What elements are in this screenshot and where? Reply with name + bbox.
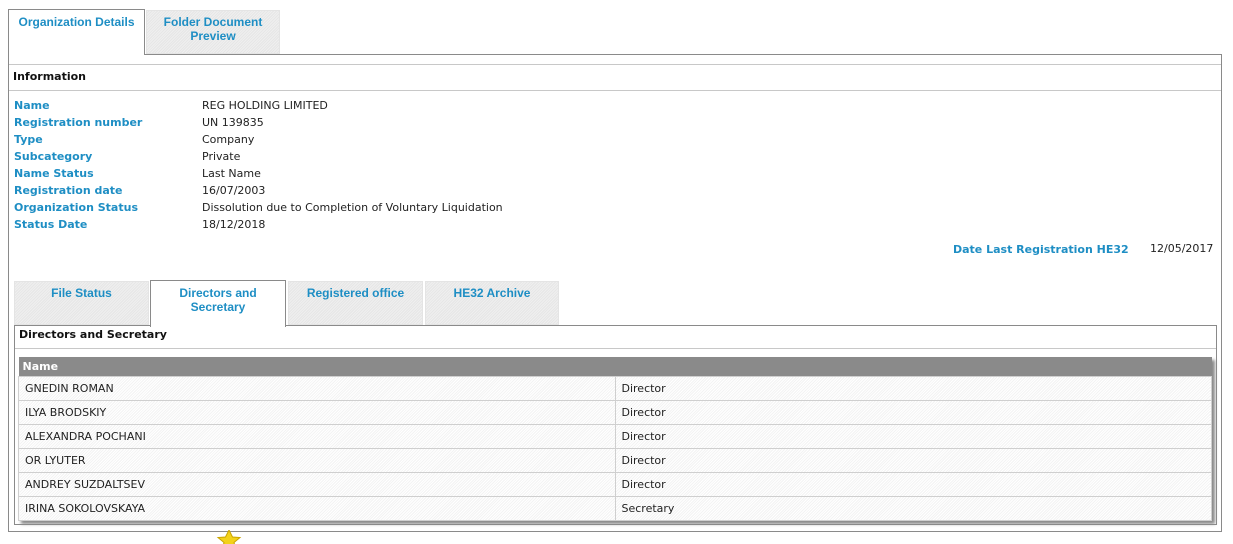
- field-value: 18/12/2018: [202, 218, 266, 231]
- field-label: Registration date: [14, 184, 123, 197]
- table-header-row: Name: [18, 357, 1212, 377]
- tab-label: Directors and Secretary: [179, 286, 257, 314]
- table-row[interactable]: ANDREY SUZDALTSEV Director: [18, 472, 1212, 497]
- field-value: UN 139835: [202, 116, 264, 129]
- tab-he32-archive[interactable]: HE32 Archive: [425, 281, 559, 325]
- tab-folder-document-preview[interactable]: Folder Document Preview: [146, 10, 280, 54]
- tab-label: Registered office: [306, 286, 405, 300]
- table-row[interactable]: OR LYUTER Director: [18, 448, 1212, 473]
- field-value: Company: [202, 133, 255, 146]
- tab-label: File Status: [51, 286, 112, 300]
- field-label: Type: [14, 133, 43, 146]
- last-registration-value: 12/05/2017: [1150, 242, 1214, 255]
- tab-file-status[interactable]: File Status: [14, 281, 149, 325]
- field-label: Registration number: [14, 116, 143, 129]
- field-value: REG HOLDING LIMITED: [202, 99, 328, 112]
- field-label: Status Date: [14, 218, 88, 231]
- director-role: Director: [614, 424, 1212, 449]
- field-label: Name Status: [14, 167, 94, 180]
- field-value: Private: [202, 150, 241, 163]
- organization-details-panel: Information Name REG HOLDING LIMITED Reg…: [8, 54, 1222, 532]
- tab-label: Organization Details: [18, 15, 135, 29]
- director-name: IRINA SOKOLOVSKAYA: [18, 496, 616, 521]
- field-value: Last Name: [202, 167, 261, 180]
- directors-heading: Directors and Secretary: [15, 326, 1216, 349]
- director-role: Secretary: [614, 496, 1212, 521]
- field-value: 16/07/2003: [202, 184, 266, 197]
- director-name: GNEDIN ROMAN: [18, 376, 616, 401]
- tab-organization-details[interactable]: Organization Details: [8, 9, 145, 55]
- director-role: Director: [614, 376, 1212, 401]
- table-row[interactable]: GNEDIN ROMAN Director: [18, 376, 1212, 401]
- tab-directors-and-secretary[interactable]: Directors and Secretary: [150, 280, 286, 327]
- field-label: Organization Status: [14, 201, 138, 214]
- tab-registered-office[interactable]: Registered office: [288, 281, 423, 325]
- column-header-name: Name: [18, 357, 1212, 377]
- information-heading: Information: [9, 64, 1221, 91]
- director-name: OR LYUTER: [18, 448, 616, 473]
- directors-table: Name GNEDIN ROMAN Director ILYA BRODSKIY…: [18, 357, 1212, 521]
- director-name: ALEXANDRA POCHANI: [18, 424, 616, 449]
- table-row[interactable]: IRINA SOKOLOVSKAYA Secretary: [18, 496, 1212, 521]
- director-name: ANDREY SUZDALTSEV: [18, 472, 616, 497]
- star-icon: [214, 530, 244, 544]
- director-role: Director: [614, 448, 1212, 473]
- table-row[interactable]: ILYA BRODSKIY Director: [18, 400, 1212, 425]
- table-row[interactable]: ALEXANDRA POCHANI Director: [18, 424, 1212, 449]
- field-label: Subcategory: [14, 150, 93, 163]
- field-value: Dissolution due to Completion of Volunta…: [202, 201, 503, 214]
- director-name: ILYA BRODSKIY: [18, 400, 616, 425]
- field-label: Name: [14, 99, 50, 112]
- last-registration-label: Date Last Registration HE32: [953, 243, 1129, 256]
- director-role: Director: [614, 472, 1212, 497]
- directors-panel: Directors and Secretary Name GNEDIN ROMA…: [14, 325, 1217, 525]
- tab-label: HE32 Archive: [453, 286, 531, 300]
- director-role: Director: [614, 400, 1212, 425]
- tab-label: Folder Document Preview: [163, 15, 263, 43]
